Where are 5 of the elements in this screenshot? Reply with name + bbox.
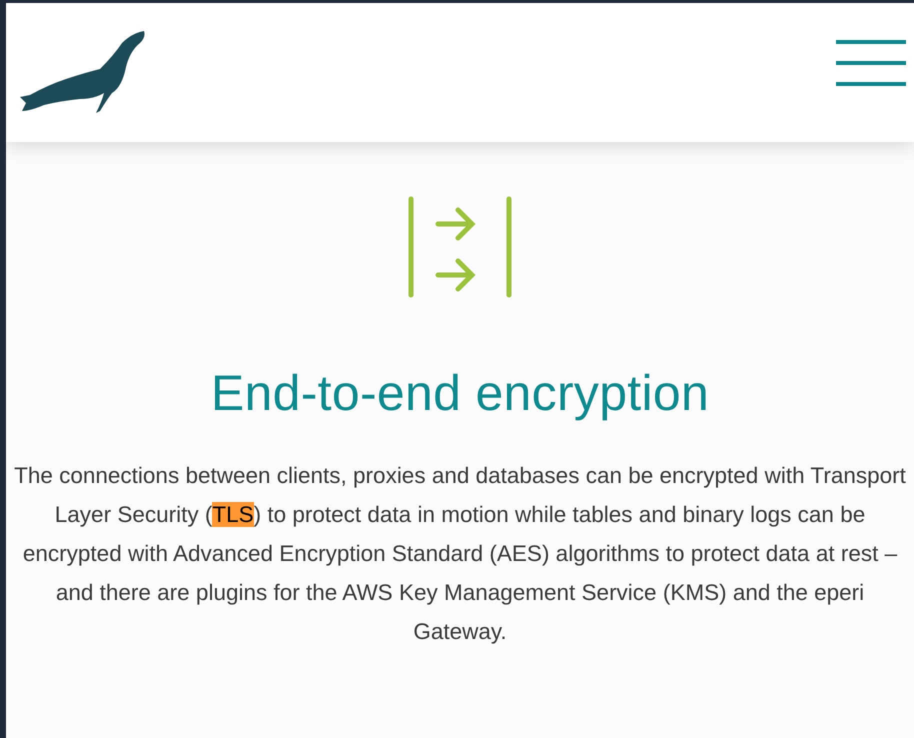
encryption-arrows-icon — [406, 194, 514, 300]
menu-button[interactable] — [836, 40, 906, 86]
seal-logo[interactable] — [18, 30, 146, 114]
feature-title: End-to-end encryption — [210, 364, 710, 422]
feature-description: The connections between clients, proxies and databases can be encrypted with Transport Layer Security (TLS) to protect data in motion while tables and binary logs can be encrypted with Advanced Encryption Standard (AES) algorithms to protect data at rest – and there are plugins for the AWS Key Management Service (KMS) and the eperi Gateway. — [13, 462, 907, 646]
